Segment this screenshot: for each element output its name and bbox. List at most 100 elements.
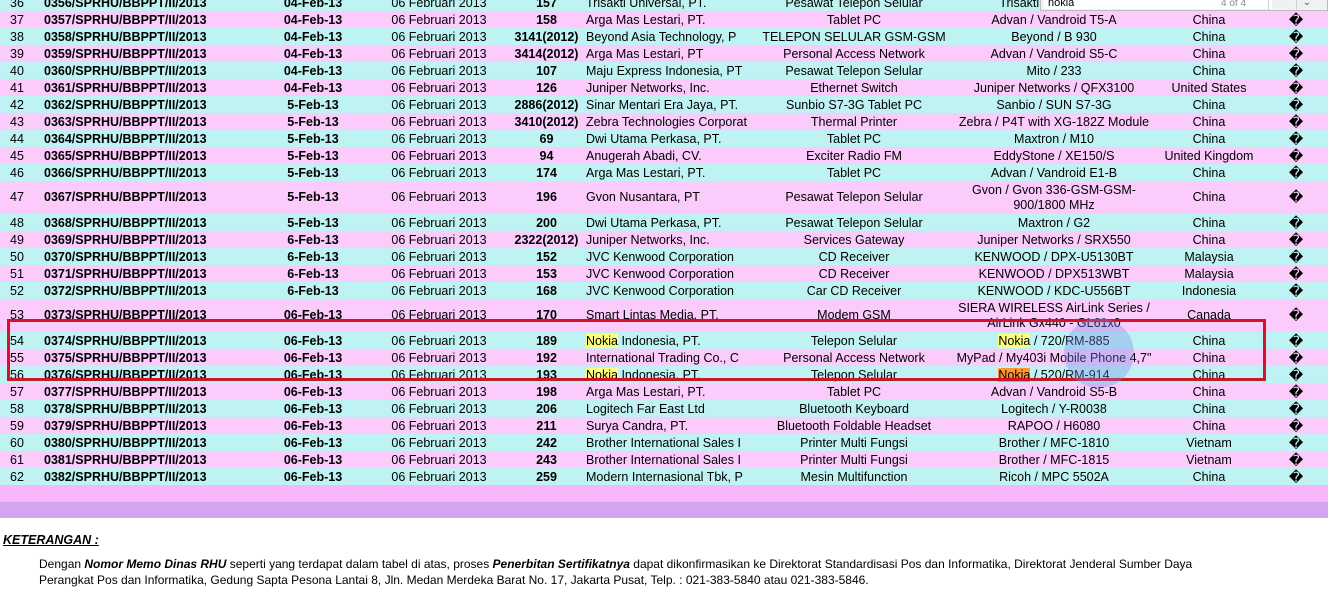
- status-mark: �: [1264, 11, 1328, 28]
- status-mark-text: �: [1288, 248, 1304, 265]
- memo-date: 06-Feb-13: [257, 383, 369, 400]
- origin-country-text: China: [1192, 63, 1226, 78]
- memo-number: 0382/SPRHU/BBPPT/II/2013: [42, 468, 257, 485]
- certificate-date: 06 Februari 2013: [369, 265, 509, 282]
- status-mark-text: �: [1288, 400, 1304, 417]
- device-type: Pesawat Telepon Selular: [754, 181, 954, 214]
- table-filler-row: [0, 502, 1328, 518]
- certificate-date-text: 06 Februari 2013: [391, 333, 487, 348]
- memo-number: 0368/SPRHU/BBPPT/II/2013: [42, 214, 257, 231]
- memo-number-text: 0380/SPRHU/BBPPT/II/2013: [44, 435, 207, 450]
- company-name-text: Zebra Technologies Corporat: [586, 114, 747, 129]
- row-number: 59: [0, 417, 42, 434]
- row-number: 49: [0, 231, 42, 248]
- find-previous-button[interactable]: ⌃: [1268, 0, 1289, 10]
- memo-date-text: 6-Feb-13: [287, 249, 339, 264]
- certificate-number: 152: [509, 248, 584, 265]
- device-type-text: Modem GSM: [817, 308, 891, 322]
- memo-number: 0377/SPRHU/BBPPT/II/2013: [42, 383, 257, 400]
- brand-model: Mito / 233: [954, 62, 1154, 79]
- memo-date-text: 5-Feb-13: [287, 190, 339, 204]
- brand-model: Nokia / 720/RM-885: [954, 332, 1154, 349]
- device-type-text: Pesawat Telepon Selular: [785, 215, 923, 230]
- certificate-number: 158: [509, 11, 584, 28]
- row-number: 47: [0, 181, 42, 214]
- origin-country: China: [1154, 231, 1264, 248]
- certificate-date: 06 Februari 2013: [369, 147, 509, 164]
- status-mark: �: [1264, 147, 1328, 164]
- device-type-text: Personal Access Network: [783, 350, 925, 365]
- search-match-highlight: Nokia: [998, 367, 1031, 382]
- row-number-text: 61: [10, 452, 24, 467]
- find-next-button[interactable]: ⌄: [1296, 0, 1317, 10]
- status-mark-text: �: [1288, 130, 1304, 147]
- origin-country: China: [1154, 130, 1264, 147]
- memo-number: 0375/SPRHU/BBPPT/II/2013: [42, 349, 257, 366]
- origin-country: China: [1154, 383, 1264, 400]
- origin-country: China: [1154, 11, 1264, 28]
- certificate-number: 170: [509, 299, 584, 332]
- certificate-date: 06 Februari 2013: [369, 11, 509, 28]
- origin-country: China: [1154, 349, 1264, 366]
- chevron-up-icon: ⌃: [1274, 0, 1284, 8]
- certificate-number-text: 193: [536, 367, 557, 382]
- origin-country: China: [1154, 164, 1264, 181]
- memo-number: 0378/SPRHU/BBPPT/II/2013: [42, 400, 257, 417]
- brand-model: Juniper Networks / QFX3100: [954, 79, 1154, 96]
- memo-date: 6-Feb-13: [257, 231, 369, 248]
- certificate-date-text: 06 Februari 2013: [391, 308, 487, 322]
- origin-country-text: China: [1192, 350, 1226, 365]
- table-row: 37 0357/SPRHU/BBPPT/II/2013 04-Feb-13 06 Fe…: [0, 11, 1328, 28]
- device-type: Sunbio S7-3G Tablet PC: [754, 96, 954, 113]
- device-type: Tablet PC: [754, 11, 954, 28]
- certificate-number: 211: [509, 417, 584, 434]
- origin-country-text: China: [1192, 469, 1226, 484]
- keterangan-heading: KETERANGAN :: [3, 533, 99, 547]
- brand-model: Nokia / 520/RM-914: [954, 366, 1154, 383]
- memo-date-text: 6-Feb-13: [287, 283, 339, 298]
- row-number-text: 44: [10, 131, 24, 146]
- status-mark-text: �: [1288, 11, 1304, 28]
- certificate-date-text: 06 Februari 2013: [391, 97, 487, 112]
- brand-model-text: Advan / Vandroid E1-B: [990, 165, 1118, 180]
- brand-model-text: Maxtron / G2: [1017, 215, 1091, 230]
- company-name: Arga Mas Lestari, PT.: [584, 383, 754, 400]
- company-name-text: JVC Kenwood Corporation: [586, 266, 734, 281]
- certificate-number: 94: [509, 147, 584, 164]
- row-number: 57: [0, 383, 42, 400]
- device-type: Car CD Receiver: [754, 282, 954, 299]
- search-match-highlight: Nokia: [998, 333, 1031, 348]
- device-type: Exciter Radio FM: [754, 147, 954, 164]
- company-name-text: Smart Lintas Media, PT.: [586, 308, 719, 322]
- origin-country: China: [1154, 45, 1264, 62]
- certificate-date: 06 Februari 2013: [369, 349, 509, 366]
- memo-number: 0363/SPRHU/BBPPT/II/2013: [42, 113, 257, 130]
- memo-number-text: 0376/SPRHU/BBPPT/II/2013: [44, 367, 207, 382]
- memo-number-text: 0362/SPRHU/BBPPT/II/2013: [44, 97, 207, 112]
- company-name-text: Sinar Mentari Era Jaya, PT.: [586, 97, 739, 112]
- company-name-text: Beyond Asia Technology, P: [586, 29, 737, 44]
- row-number-text: 59: [10, 418, 24, 433]
- memo-number-text: 0366/SPRHU/BBPPT/II/2013: [44, 165, 207, 180]
- origin-country: China: [1154, 28, 1264, 45]
- certificate-number: 69: [509, 130, 584, 147]
- memo-number-text: 0356/SPRHU/BBPPT/II/2013: [44, 0, 207, 10]
- status-mark-text: �: [1288, 189, 1304, 205]
- memo-date-text: 04-Feb-13: [283, 0, 343, 10]
- search-match-highlight: Nokia: [586, 367, 618, 382]
- memo-number: 0379/SPRHU/BBPPT/II/2013: [42, 417, 257, 434]
- brand-model: Brother / MFC-1815: [954, 451, 1154, 468]
- device-type-text: CD Receiver: [818, 266, 890, 281]
- find-bar: 4 of 4 ⌃ ⌄: [1040, 0, 1328, 11]
- memo-number-text: 0364/SPRHU/BBPPT/II/2013: [44, 131, 207, 146]
- certificate-number: 206: [509, 400, 584, 417]
- memo-date: 04-Feb-13: [257, 45, 369, 62]
- certificate-date-text: 06 Februari 2013: [391, 469, 487, 484]
- memo-date: 06-Feb-13: [257, 400, 369, 417]
- keterangan-text: Dengan Nomor Memo Dinas RHU seperti yang…: [39, 556, 1328, 588]
- status-mark: �: [1264, 79, 1328, 96]
- row-number-text: 52: [10, 283, 24, 298]
- certificate-date-text: 06 Februari 2013: [391, 350, 487, 365]
- company-name-text: Anugerah Abadi, CV.: [586, 148, 702, 163]
- device-type: Tablet PC: [754, 130, 954, 147]
